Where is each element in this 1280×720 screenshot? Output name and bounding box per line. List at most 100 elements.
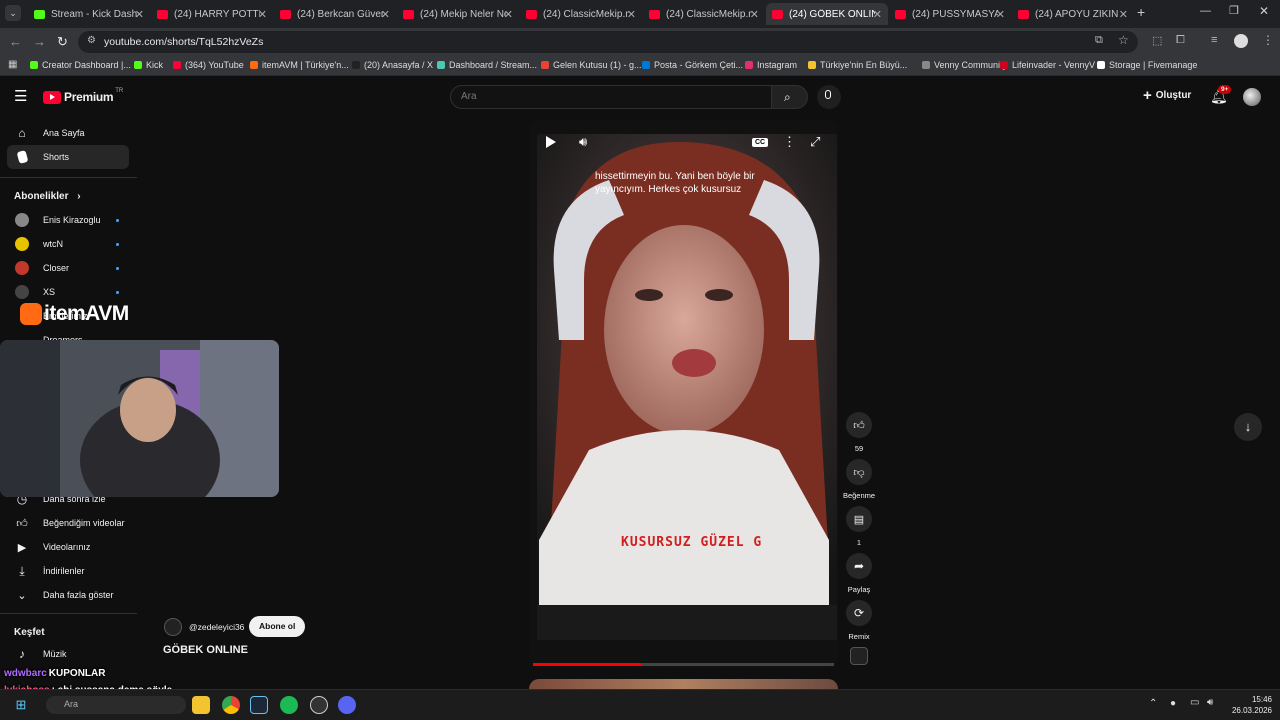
windows-start-icon[interactable]: ⊞ — [12, 696, 30, 714]
tab-close-icon[interactable]: ✕ — [381, 8, 390, 21]
remix-icon[interactable]: ⟳ — [846, 600, 872, 626]
steam-icon[interactable] — [250, 696, 268, 714]
notifications-button[interactable]: 🔔︎ 9+ — [1210, 85, 1232, 106]
fullscreen-icon[interactable]: ⤢ — [810, 134, 820, 150]
account-avatar[interactable] — [1243, 88, 1261, 106]
apps-grid-icon[interactable]: ▦ — [8, 59, 17, 70]
site-info-icon[interactable]: ⚙ — [87, 35, 96, 46]
profile-avatar[interactable] — [1234, 34, 1248, 48]
browser-tab[interactable]: (24) Mekip Neler Nek ✕ — [397, 3, 519, 25]
volume-tray-icon[interactable]: 🔊︎ — [1207, 697, 1213, 708]
tab-search-button[interactable]: ⌄ — [5, 5, 21, 21]
sidebar-item-show-more[interactable]: ⌄ Daha fazla göster — [7, 583, 129, 607]
browser-tab[interactable]: (24) Berkcan Güvenin✕ — [274, 3, 396, 25]
browser-tab[interactable]: (24) APOYU ZİKİN | M✕ — [1012, 3, 1134, 25]
bookmark-item[interactable]: (20) Anasayfa / X — [352, 60, 433, 70]
voice-search-button[interactable] — [817, 85, 841, 109]
tab-close-icon[interactable]: ✕ — [258, 8, 267, 21]
next-short-preview[interactable] — [529, 679, 838, 689]
video-progress-bar[interactable] — [533, 663, 834, 666]
reading-list-icon[interactable]: ≡ — [1211, 34, 1217, 46]
like-action[interactable]: 👍︎ 59 — [846, 412, 872, 453]
browser-tab[interactable]: (24) ClassicMekip.mp✕ — [520, 3, 642, 25]
mic-tray-icon[interactable]: ● — [1170, 698, 1176, 709]
sidebar-item-subscription[interactable]: wtcN — [7, 232, 129, 256]
address-bar[interactable]: ⚙ youtube.com/shorts/TqL52hzVeZs ⧉ ☆ — [78, 31, 1138, 53]
share-icon[interactable]: ➦ — [846, 553, 872, 579]
youtube-premium-logo[interactable]: Premium TR — [43, 88, 123, 104]
bookmark-item[interactable]: Dashboard / Stream... — [437, 60, 537, 70]
captions-icon[interactable]: CC — [752, 138, 769, 147]
comment-icon[interactable]: ▤ — [846, 506, 872, 532]
browser-tab[interactable]: (24) GÖBEK ONLINE✕ — [766, 3, 888, 25]
extension-icon[interactable]: ⬚ — [1152, 34, 1162, 47]
search-input[interactable]: Ara — [461, 91, 477, 102]
search-button[interactable]: ⌕ — [771, 85, 808, 109]
url-text[interactable]: youtube.com/shorts/TqL52hzVeZs — [104, 36, 263, 48]
back-icon[interactable]: ← — [9, 34, 22, 49]
tab-close-icon[interactable]: ✕ — [135, 8, 144, 21]
tray-chevron-icon[interactable]: ⌃ — [1149, 698, 1157, 709]
bookmark-item[interactable]: Creator Dashboard |... — [30, 60, 131, 70]
remix-action[interactable]: ⟳ Remix — [846, 600, 872, 641]
comments-action[interactable]: ▤ 1 — [846, 506, 872, 547]
sound-avatar[interactable] — [850, 647, 868, 665]
sidebar-item-subscription[interactable]: Closer — [7, 256, 129, 280]
obs-icon[interactable] — [310, 696, 328, 714]
sidebar-item-music[interactable]: ♪ Müzik — [7, 642, 129, 666]
next-short-button[interactable]: ↓ — [1234, 413, 1262, 441]
spotify-icon[interactable] — [280, 696, 298, 714]
shorts-video-player[interactable]: KUSURSUZ GÜZEL G 🔊︎ CC ⋮ ⤢ hissettirmeyi… — [529, 120, 838, 668]
sidebar-item-subscription[interactable]: Enis Kirazoglu — [7, 208, 129, 232]
thumbs-down-icon[interactable]: 👎︎ — [846, 459, 872, 485]
extensions-puzzle-icon[interactable]: ⧠ — [1176, 34, 1185, 47]
taskbar-search[interactable]: Ara — [46, 696, 186, 714]
subscriptions-header[interactable]: Abonelikler › — [14, 191, 81, 202]
forward-icon[interactable]: → — [33, 34, 46, 49]
sidebar-item-subscription[interactable]: XS — [7, 280, 129, 304]
bookmark-item[interactable]: Venny Community — [922, 60, 1007, 70]
discord-icon[interactable] — [338, 696, 356, 714]
subscribe-button[interactable]: Abone ol — [249, 616, 306, 637]
volume-icon[interactable]: 🔊︎ — [579, 134, 587, 150]
bookmark-item[interactable]: Türkiye'nin En Büyü... — [808, 60, 907, 70]
search-box[interactable]: Ara — [450, 85, 772, 109]
hamburger-menu-icon[interactable]: ☰ — [14, 87, 27, 105]
bookmark-item[interactable]: Posta - Görkem Çeti... — [642, 60, 743, 70]
more-options-icon[interactable]: ⋮ — [783, 134, 796, 150]
channel-avatar[interactable] — [164, 618, 182, 636]
new-tab-button[interactable]: + — [1137, 4, 1145, 20]
restore-button[interactable]: ❐ — [1229, 4, 1239, 17]
bookmark-item[interactable]: (364) YouTube — [173, 60, 244, 70]
share-action[interactable]: ➦ Paylaş — [846, 553, 872, 594]
network-icon[interactable]: ▭ — [1190, 697, 1199, 708]
dislike-action[interactable]: 👎︎ Beğenme — [843, 459, 875, 500]
sidebar-item-shorts[interactable]: Shorts — [7, 145, 129, 169]
bookmark-item[interactable]: Lifeinvader - VennyV — [1000, 60, 1095, 70]
bookmark-item[interactable]: Storage | Fivemanage — [1097, 60, 1197, 70]
tab-close-icon[interactable]: ✕ — [627, 8, 636, 21]
sidebar-item-downloads[interactable]: ⤓ İndirilenler — [7, 559, 129, 583]
bookmark-item[interactable]: itemAVM | Türkiye'n... — [250, 60, 349, 70]
tab-close-icon[interactable]: ✕ — [996, 8, 1005, 21]
bookmark-item[interactable]: Kick — [134, 60, 163, 70]
bookmark-star-icon[interactable]: ☆ — [1118, 33, 1129, 47]
bookmark-item[interactable]: Instagram — [745, 60, 797, 70]
thumbs-up-icon[interactable]: 👍︎ — [846, 412, 872, 438]
sidebar-item-liked[interactable]: 👍︎ Beğendiğim videolar — [7, 511, 129, 535]
create-button[interactable]: + Oluştur — [1143, 88, 1191, 103]
browser-menu-icon[interactable]: ⋮ — [1262, 33, 1274, 47]
install-app-icon[interactable]: ⧉ — [1095, 34, 1103, 47]
tab-close-icon[interactable]: ✕ — [1119, 8, 1128, 21]
browser-tab[interactable]: (24) HARRY POTTER (✕ — [151, 3, 273, 25]
browser-tab[interactable]: Stream - Kick Dashbo✕ — [28, 3, 150, 25]
clock[interactable]: 15:46 26.03.2026 — [1226, 694, 1272, 716]
chrome-icon[interactable] — [222, 696, 240, 714]
sidebar-item-home[interactable]: ⌂ Ana Sayfa — [7, 121, 129, 145]
bookmark-item[interactable]: Gelen Kutusu (1) - g... — [541, 60, 642, 70]
close-window-button[interactable]: ✕ — [1259, 4, 1269, 18]
reload-icon[interactable]: ↻ — [57, 34, 68, 50]
tab-close-icon[interactable]: ✕ — [873, 8, 882, 21]
minimize-button[interactable]: — — [1200, 5, 1211, 17]
sidebar-item-your-videos[interactable]: ▶ Videolarınız — [7, 535, 129, 559]
